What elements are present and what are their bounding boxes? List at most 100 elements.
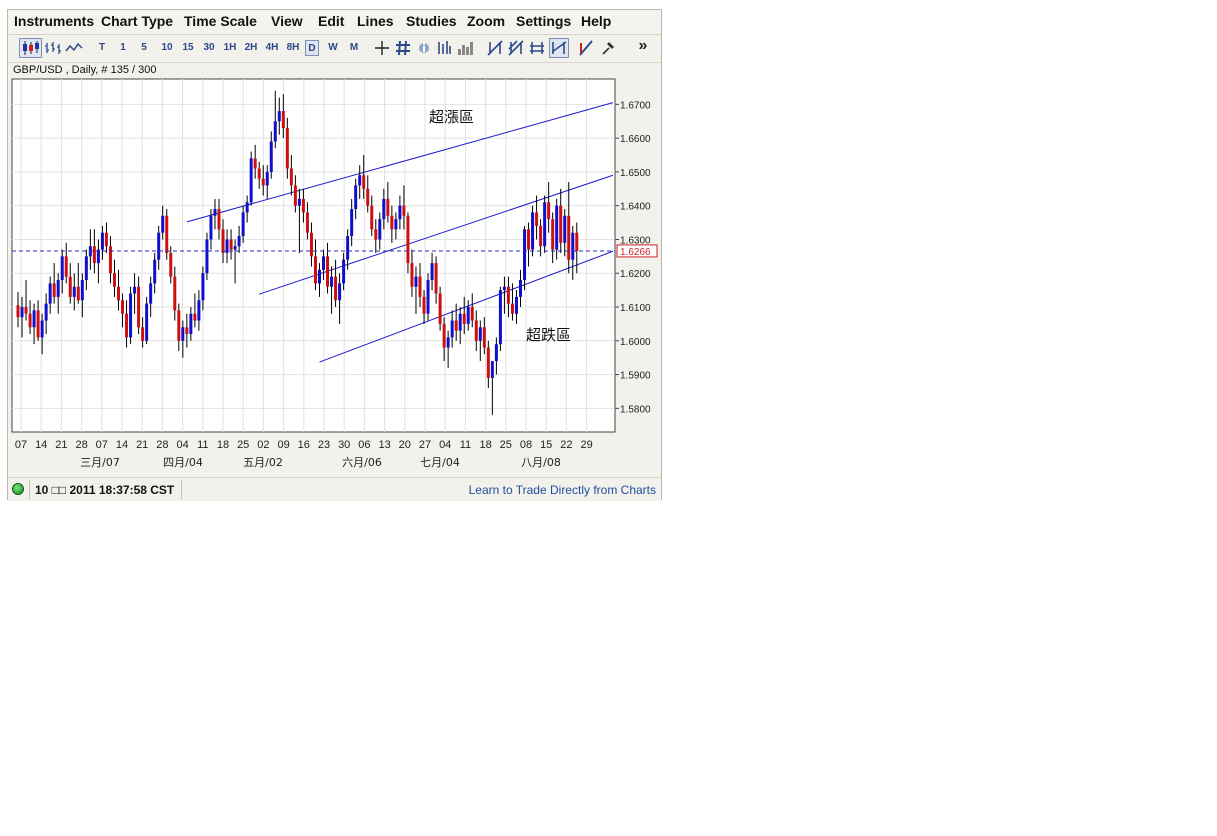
- candle-body: [350, 209, 354, 237]
- data-bars-icon[interactable]: [436, 39, 452, 57]
- candle-body: [555, 205, 559, 250]
- x-day-label: 14: [35, 439, 47, 451]
- current-price-label: 1.6266: [616, 244, 658, 258]
- candle-body: [527, 229, 531, 250]
- x-month-label: 四月/04: [163, 456, 203, 469]
- timeframe-2h-button[interactable]: 2H: [242, 40, 260, 56]
- pin-icon[interactable]: [600, 40, 616, 56]
- timeframe-m-button[interactable]: M: [347, 40, 361, 56]
- toolbar: T 1 5 10 15 30 1H 2H 4H 8H D W M »: [8, 35, 661, 63]
- candle-body: [52, 283, 56, 297]
- menu-zoom[interactable]: Zoom: [467, 13, 505, 29]
- menu-lines[interactable]: Lines: [357, 13, 394, 29]
- candle-body: [462, 313, 466, 324]
- candle-body: [486, 347, 490, 378]
- info-icon[interactable]: [417, 40, 431, 56]
- candle-body: [402, 205, 406, 216]
- draw-line-1-icon[interactable]: [486, 39, 504, 57]
- volume-icon[interactable]: [457, 39, 475, 57]
- candle-body: [498, 290, 502, 345]
- candle-body: [305, 212, 309, 233]
- menu-edit[interactable]: Edit: [318, 13, 344, 29]
- candle-body: [362, 175, 366, 189]
- candle-body: [575, 232, 579, 251]
- bar-chart-icon[interactable]: [44, 40, 62, 56]
- timeframe-15-button[interactable]: 15: [179, 40, 197, 56]
- candle-body: [354, 185, 358, 210]
- x-day-label: 18: [217, 439, 229, 451]
- candle-body: [64, 256, 68, 277]
- timeframe-5-button[interactable]: 5: [137, 40, 151, 56]
- menu-help[interactable]: Help: [581, 13, 611, 29]
- candle-body: [137, 286, 141, 328]
- menu-time-scale[interactable]: Time Scale: [184, 13, 257, 29]
- y-tick-label: 1.6600: [620, 134, 651, 145]
- fib-tool-icon[interactable]: [577, 39, 595, 57]
- candle-body: [177, 310, 181, 341]
- x-day-label: 04: [439, 439, 451, 451]
- candle-body: [301, 198, 305, 213]
- menu-instruments[interactable]: Instruments: [14, 13, 94, 29]
- candle-body: [181, 327, 185, 341]
- more-tools-button[interactable]: »: [635, 38, 651, 54]
- candle-body: [466, 307, 470, 324]
- candle-body: [494, 344, 498, 362]
- x-month-label: 七月/04: [420, 456, 460, 469]
- candle-body: [535, 212, 539, 226]
- candle-body: [60, 256, 64, 280]
- candlestick-chart-icon[interactable]: [19, 38, 42, 58]
- candle-body: [112, 273, 116, 287]
- draw-line-2-icon[interactable]: [507, 39, 525, 57]
- menu-chart-type[interactable]: Chart Type: [101, 13, 173, 29]
- candle-body: [322, 256, 326, 270]
- timeframe-d-button[interactable]: D: [305, 40, 319, 56]
- menu-view[interactable]: View: [271, 13, 303, 29]
- x-day-label: 02: [257, 439, 269, 451]
- candle-body: [261, 178, 265, 186]
- timeframe-w-button[interactable]: W: [326, 40, 340, 56]
- x-day-label: 11: [197, 439, 208, 451]
- timeframe-4h-button[interactable]: 4H: [263, 40, 281, 56]
- draw-line-4-icon[interactable]: [549, 38, 569, 58]
- candle-body: [506, 286, 510, 304]
- candle-body: [169, 252, 173, 277]
- candle-body: [418, 276, 422, 297]
- candle-body: [36, 310, 40, 338]
- timeframe-1-button[interactable]: 1: [116, 40, 130, 56]
- x-day-label: 27: [419, 439, 431, 451]
- x-day-label: 28: [156, 439, 168, 451]
- candle-body: [571, 232, 575, 260]
- learn-to-trade-link[interactable]: Learn to Trade Directly from Charts: [469, 483, 656, 497]
- candle-body: [72, 286, 76, 297]
- x-day-label: 04: [176, 439, 188, 451]
- candle-body: [342, 259, 346, 284]
- candle-body: [76, 286, 80, 301]
- timeframe-10-button[interactable]: 10: [158, 40, 176, 56]
- x-day-label: 18: [479, 439, 491, 451]
- crosshair-icon[interactable]: [374, 40, 390, 56]
- candle-body: [100, 232, 104, 250]
- timeframe-8h-button[interactable]: 8H: [284, 40, 302, 56]
- candle-body: [217, 209, 221, 230]
- line-chart-icon[interactable]: [65, 40, 83, 56]
- timeframe-t-button[interactable]: T: [95, 40, 109, 56]
- candle-body: [253, 158, 257, 169]
- timeframe-1h-button[interactable]: 1H: [221, 40, 239, 56]
- candle-body: [229, 239, 233, 250]
- y-tick-label: 1.6100: [620, 303, 651, 314]
- candle-body: [531, 212, 535, 250]
- grid-icon[interactable]: [395, 39, 411, 57]
- price-chart[interactable]: 1.67001.66001.65001.64001.63001.62001.61…: [8, 76, 661, 476]
- timeframe-30-button[interactable]: 30: [200, 40, 218, 56]
- candle-body: [430, 263, 434, 280]
- menu-settings[interactable]: Settings: [516, 13, 571, 29]
- menu-studies[interactable]: Studies: [406, 13, 457, 29]
- candle-body: [285, 127, 289, 169]
- x-month-label: 六月/06: [342, 456, 382, 469]
- candle-body: [394, 219, 398, 230]
- candle-body: [24, 307, 28, 314]
- candle-body: [161, 215, 165, 233]
- candle-body: [502, 286, 506, 291]
- draw-line-3-icon[interactable]: [528, 39, 546, 57]
- candle-body: [434, 263, 438, 294]
